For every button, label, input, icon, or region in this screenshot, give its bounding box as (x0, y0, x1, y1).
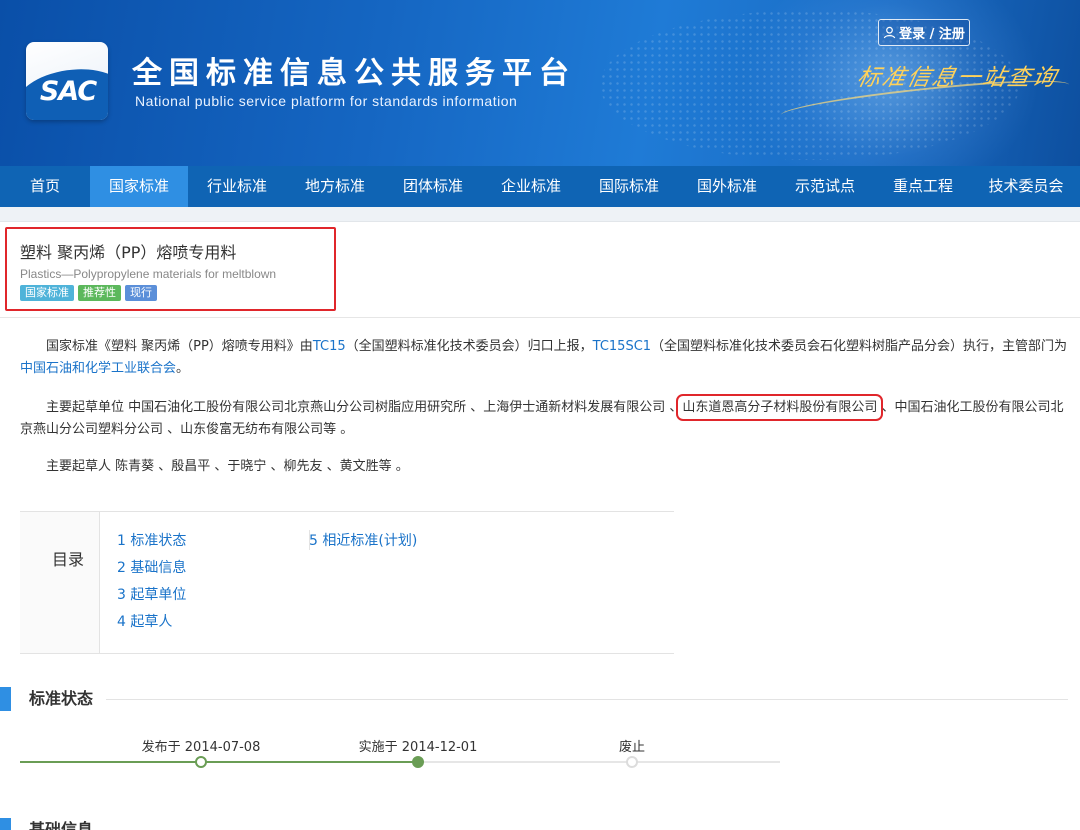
site-subtitle: National public service platform for sta… (135, 93, 518, 109)
intro-paragraph-drafting-units: 主要起草单位 中国石油化工股份有限公司北京燕山分公司树脂应用研究所 、上海伊士通… (20, 394, 1068, 441)
nav-enterprise-standards[interactable]: 企业标准 (482, 166, 580, 207)
nav-national-standards[interactable]: 国家标准 (90, 166, 188, 207)
intro-text: 。 (176, 361, 190, 376)
tag-current: 现行 (125, 285, 157, 301)
user-icon (883, 26, 896, 39)
link-tc15sc1[interactable]: TC15SC1 (593, 339, 651, 354)
nav-group-standards[interactable]: 团体标准 (384, 166, 482, 207)
toc-label: 目录 (52, 550, 85, 569)
nav-industry-standards[interactable]: 行业标准 (188, 166, 286, 207)
intro-text: （全国塑料标准化技术委员会石化塑料树脂产品分会）执行，主管部门为 (651, 339, 1068, 354)
section-accent-bar (0, 818, 11, 830)
divider (0, 317, 1080, 318)
section-accent-bar (0, 687, 11, 711)
tag-national-standard: 国家标准 (20, 285, 74, 301)
timeline-dot-abolished (626, 756, 638, 768)
section-header-basic-info: 基础信息 (0, 818, 1080, 830)
site-title: 全国标准信息公共服务平台 (132, 56, 576, 91)
timeline-label-abolished: 废止 (618, 740, 646, 755)
status-timeline: 发布于 2014-07-08 实施于 2014-12-01 废止 (20, 736, 780, 776)
standard-tags: 国家标准 推荐性 现行 (20, 285, 334, 301)
intro-paragraph-committee: 国家标准《塑料 聚丙烯（PP）熔喷专用料》由TC15（全国塑料标准化技术委员会）… (20, 336, 1068, 380)
toc-item-status[interactable]: 1 标准状态 (117, 530, 186, 552)
intro-text: 国家标准《塑料 聚丙烯（PP）熔喷专用料》由 (46, 339, 313, 354)
toc-item-basic-info[interactable]: 2 基础信息 (117, 557, 186, 579)
timeline-dot-implemented (412, 756, 424, 768)
header-banner: SAC 全国标准信息公共服务平台 National public service… (0, 0, 1080, 166)
toc-item-similar-standards[interactable]: 5 相近标准(计划) (309, 530, 417, 552)
table-of-contents: 目录 1 标准状态 2 基础信息 3 起草单位 4 起草人 5 相近标准(计划) (20, 511, 674, 654)
nav-foreign-standards[interactable]: 国外标准 (678, 166, 776, 207)
main-nav: 首页 国家标准 行业标准 地方标准 团体标准 企业标准 国际标准 国外标准 示范… (0, 166, 1080, 207)
slogan-calligraphy: 标准信息一站查询 (854, 65, 1061, 91)
toc-column-2: 5 相近标准(计划) (309, 530, 417, 552)
timeline-label-published: 发布于 2014-07-08 (141, 740, 261, 755)
login-register-button[interactable]: 登录 / 注册 (878, 19, 970, 46)
nav-pilot-demo[interactable]: 示范试点 (776, 166, 874, 207)
section-title-status: 标准状态 (29, 689, 94, 708)
link-department[interactable]: 中国石油和化学工业联合会 (20, 361, 176, 376)
section-divider-line (106, 699, 1068, 700)
toc-item-drafting-units[interactable]: 3 起草单位 (117, 584, 186, 606)
timeline-progress (20, 761, 420, 763)
intro-paragraph-drafters: 主要起草人 陈青葵 、殷昌平 、于晓宁 、柳先友 、黄文胜等 。 (46, 459, 409, 474)
nav-key-projects[interactable]: 重点工程 (874, 166, 972, 207)
standard-title-card: 塑料 聚丙烯（PP）熔喷专用料 Plastics—Polypropylene m… (5, 227, 336, 311)
toc-label-cell: 目录 (20, 512, 100, 653)
highlighted-drafting-unit: 山东道恩高分子材料股份有限公司 (676, 394, 884, 421)
sac-logo[interactable]: SAC (26, 42, 108, 120)
nav-home[interactable]: 首页 (0, 166, 90, 207)
drafting-units-text: 主要起草单位 中国石油化工股份有限公司北京燕山分公司树脂应用研究所 、上海伊士通… (46, 400, 683, 415)
standard-title: 塑料 聚丙烯（PP）熔喷专用料 (20, 243, 237, 262)
content-top-strip (0, 207, 1080, 222)
logo-text: SAC (39, 76, 97, 107)
standard-title-english: Plastics—Polypropylene materials for mel… (20, 267, 277, 281)
link-tc15[interactable]: TC15 (313, 339, 346, 354)
toc-item-drafters[interactable]: 4 起草人 (117, 611, 186, 633)
nav-local-standards[interactable]: 地方标准 (286, 166, 384, 207)
section-title-basic-info: 基础信息 (29, 820, 94, 830)
nav-international-standards[interactable]: 国际标准 (580, 166, 678, 207)
tag-recommended: 推荐性 (78, 285, 121, 301)
toc-column-1: 1 标准状态 2 基础信息 3 起草单位 4 起草人 (117, 530, 186, 633)
section-header-status: 标准状态 (0, 687, 1080, 711)
nav-technical-committees[interactable]: 技术委员会 (972, 166, 1080, 207)
timeline-dot-published (195, 756, 207, 768)
intro-text: （全国塑料标准化技术委员会）归口上报， (345, 339, 593, 354)
login-register-label: 登录 / 注册 (899, 27, 965, 42)
timeline-label-implemented: 实施于 2014-12-01 (358, 740, 478, 755)
